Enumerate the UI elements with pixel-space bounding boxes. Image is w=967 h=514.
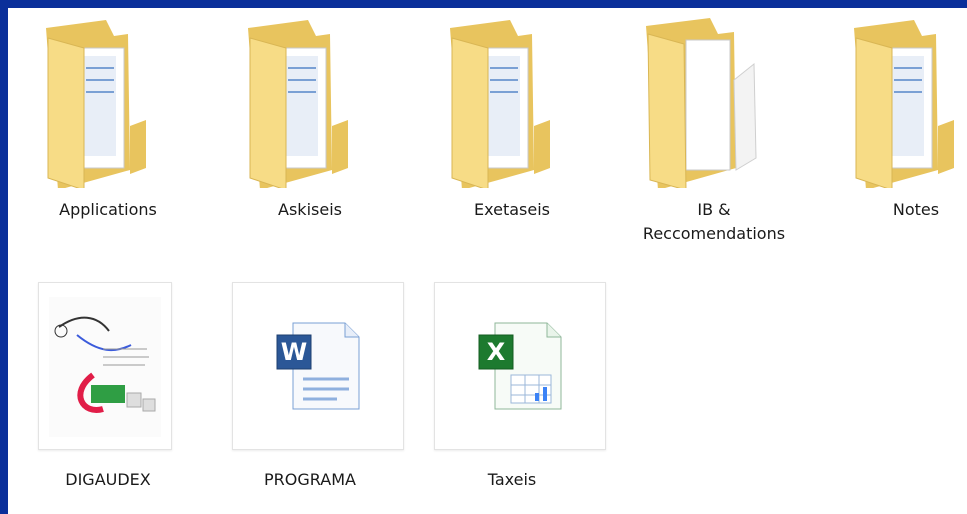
item-label: IB & Reccomendations xyxy=(642,200,786,243)
svg-text:W: W xyxy=(281,338,307,366)
item-label: Applications xyxy=(59,200,157,219)
item-label: Notes xyxy=(892,200,940,219)
folder-open-icon xyxy=(646,18,757,191)
folder-item-notes[interactable]: Notes xyxy=(826,8,967,219)
item-label: PROGRAMA xyxy=(264,470,356,489)
item-label: Taxeis xyxy=(487,470,537,489)
word-document-icon: W xyxy=(232,282,404,450)
svg-text:X: X xyxy=(487,338,506,366)
file-item-digaudex[interactable]: DIGAUDEX xyxy=(18,278,198,489)
file-view-pane: Applications Askiseis Exetaseis IB & Rec… xyxy=(8,8,967,514)
folder-item-askiseis[interactable]: Askiseis xyxy=(220,8,400,219)
folder-icon xyxy=(46,20,146,191)
item-label: Askiseis xyxy=(278,200,342,219)
folder-item-exetaseis[interactable]: Exetaseis xyxy=(422,8,602,219)
excel-document-icon: X xyxy=(434,282,606,450)
diagram-thumbnail-icon xyxy=(38,282,172,450)
item-label: DIGAUDEX xyxy=(65,470,151,489)
file-item-taxeis[interactable]: X Taxeis xyxy=(422,278,606,489)
folder-item-applications[interactable]: Applications xyxy=(18,8,198,219)
folder-icon xyxy=(854,20,954,191)
folder-icon xyxy=(450,20,550,191)
folder-item-ib-reccomendations[interactable]: IB & Reccomendations xyxy=(624,8,804,243)
item-label: Exetaseis xyxy=(474,200,550,219)
folder-icon xyxy=(248,20,348,191)
file-item-programa[interactable]: W PROGRAMA xyxy=(220,278,404,489)
